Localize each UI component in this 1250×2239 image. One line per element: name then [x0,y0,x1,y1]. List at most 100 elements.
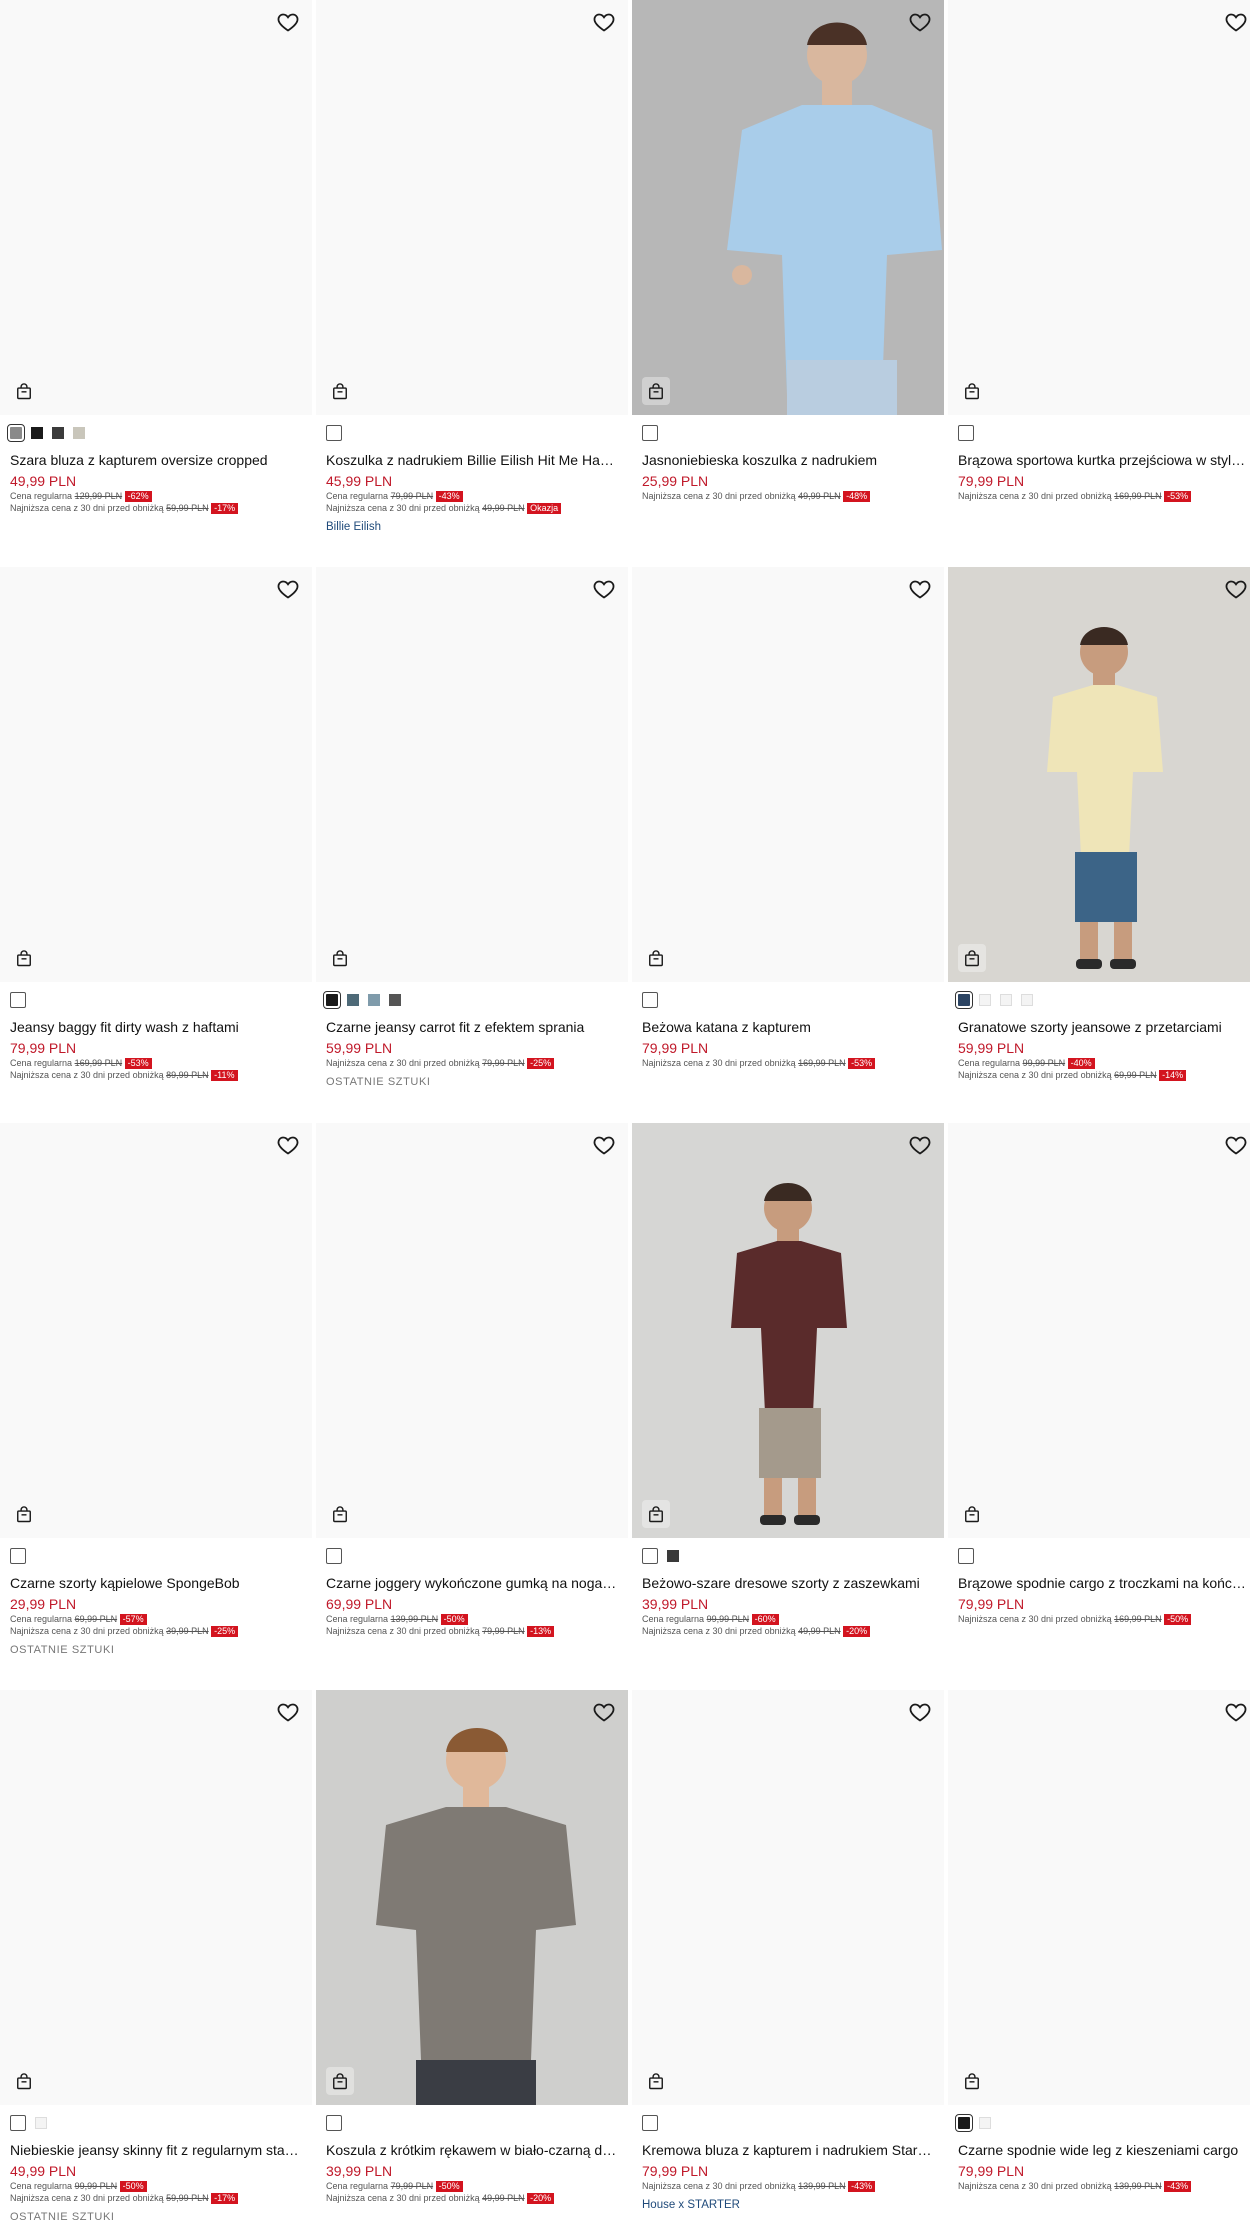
color-swatch[interactable] [35,2117,47,2129]
shopping-bag-icon[interactable] [958,1500,986,1528]
shopping-bag-icon[interactable] [326,2067,354,2095]
product-image[interactable] [316,1690,628,2105]
heart-icon[interactable] [276,1133,300,1157]
color-swatch[interactable] [368,994,380,1006]
heart-icon[interactable] [908,1700,932,1724]
product-name[interactable]: Czarne jeansy carrot fit z efektem spran… [326,1018,618,1036]
heart-icon[interactable] [908,1133,932,1157]
shopping-bag-icon[interactable] [326,1500,354,1528]
color-swatch[interactable] [958,425,974,441]
shopping-bag-icon[interactable] [958,377,986,405]
color-swatch[interactable] [1000,994,1012,1006]
shopping-bag-icon[interactable] [642,2067,670,2095]
product-name[interactable]: Beżowo-szare dresowe szorty z zaszewkami [642,1574,934,1592]
product-image[interactable] [316,567,628,982]
product-name[interactable]: Niebieskie jeansy skinny fit z regularny… [10,2141,302,2159]
color-swatch[interactable] [642,992,658,1008]
brand-link[interactable]: House x STARTER [642,2198,934,2212]
product-name[interactable]: Czarne joggery wykończone gumką na noga… [326,1574,618,1592]
color-swatch[interactable] [642,2115,658,2131]
heart-icon[interactable] [1224,1700,1248,1724]
product-name[interactable]: Granatowe szorty jeansowe z przetarciami [958,1018,1250,1036]
product-image[interactable] [0,0,312,415]
color-swatch[interactable] [7,424,25,442]
product-image[interactable] [632,1690,944,2105]
lowest-price: 49,99 PLN [798,1626,841,1636]
shopping-bag-icon[interactable] [10,1500,38,1528]
color-swatch[interactable] [642,1548,658,1564]
color-swatch[interactable] [1021,994,1033,1006]
color-swatch[interactable] [955,991,973,1009]
product-image[interactable] [948,1123,1250,1538]
shopping-bag-icon[interactable] [642,1500,670,1528]
shopping-bag-icon[interactable] [326,377,354,405]
heart-icon[interactable] [908,577,932,601]
shopping-bag-icon[interactable] [958,2067,986,2095]
shopping-bag-icon[interactable] [10,944,38,972]
lowest-price-line: Najniższa cena z 30 dni przed obniżką 39… [10,1625,302,1637]
shopping-bag-icon[interactable] [642,377,670,405]
color-swatch[interactable] [347,994,359,1006]
product-name[interactable]: Czarne spodnie wide leg z kieszeniami ca… [958,2141,1250,2159]
color-swatch[interactable] [326,1548,342,1564]
shopping-bag-icon[interactable] [10,377,38,405]
heart-icon[interactable] [1224,577,1248,601]
product-image[interactable] [632,1123,944,1538]
color-swatch[interactable] [979,2117,991,2129]
color-swatch[interactable] [10,992,26,1008]
color-swatch[interactable] [642,425,658,441]
product-image[interactable] [316,1123,628,1538]
brand-link[interactable]: Billie Eilish [326,520,618,534]
heart-icon[interactable] [592,577,616,601]
heart-icon[interactable] [276,577,300,601]
product-image[interactable] [0,1690,312,2105]
product-image[interactable] [948,1690,1250,2105]
product-name[interactable]: Beżowa katana z kapturem [642,1018,934,1036]
product-image[interactable] [948,0,1250,415]
heart-icon[interactable] [276,10,300,34]
color-swatch[interactable] [667,1550,679,1562]
product-image[interactable] [316,0,628,415]
heart-icon[interactable] [276,1700,300,1724]
product-name[interactable]: Koszulka z nadrukiem Billie Eilish Hit M… [326,451,618,469]
product-image[interactable] [632,0,944,415]
heart-icon[interactable] [592,1700,616,1724]
color-swatches [642,992,934,1008]
product-name[interactable]: Czarne szorty kąpielowe SpongeBob [10,1574,302,1592]
shopping-bag-icon[interactable] [10,2067,38,2095]
heart-icon[interactable] [592,1133,616,1157]
product-name[interactable]: Brązowa sportowa kurtka przejściowa w st… [958,451,1250,469]
color-swatch[interactable] [326,2115,342,2131]
heart-icon[interactable] [1224,1133,1248,1157]
product-info: Brązowa sportowa kurtka przejściowa w st… [948,415,1250,502]
product-name[interactable]: Jasnoniebieska koszulka z nadrukiem [642,451,934,469]
heart-icon[interactable] [908,10,932,34]
shopping-bag-icon[interactable] [326,944,354,972]
color-swatch[interactable] [52,427,64,439]
product-image[interactable] [632,567,944,982]
product-name[interactable]: Koszula z krótkim rękawem w biało-czarną… [326,2141,618,2159]
color-swatch[interactable] [326,425,342,441]
product-name[interactable]: Kremowa bluza z kapturem i nadrukiem Sta… [642,2141,934,2159]
color-swatch[interactable] [10,2115,26,2131]
color-swatch[interactable] [955,2114,973,2132]
color-swatch[interactable] [323,991,341,1009]
product-image[interactable] [0,567,312,982]
color-swatch[interactable] [31,427,43,439]
color-swatch[interactable] [389,994,401,1006]
product-image[interactable] [0,1123,312,1538]
regular-price-line: Cena regularna 129,99 PLN -62% [10,490,302,502]
shopping-bag-icon[interactable] [642,944,670,972]
color-swatch[interactable] [73,427,85,439]
product-image[interactable] [948,567,1250,982]
heart-icon[interactable] [1224,10,1248,34]
product-name[interactable]: Szara bluza z kapturem oversize cropped [10,451,302,469]
color-swatch[interactable] [958,1548,974,1564]
heart-icon[interactable] [592,10,616,34]
product-name[interactable]: Jeansy baggy fit dirty wash z haftami [10,1018,302,1036]
shopping-bag-icon[interactable] [958,944,986,972]
color-swatch[interactable] [979,994,991,1006]
color-swatch[interactable] [10,1548,26,1564]
product-name[interactable]: Brązowe spodnie cargo z troczkami na koń… [958,1574,1250,1592]
product-card: Brązowa sportowa kurtka przejściowa w st… [948,0,1250,502]
